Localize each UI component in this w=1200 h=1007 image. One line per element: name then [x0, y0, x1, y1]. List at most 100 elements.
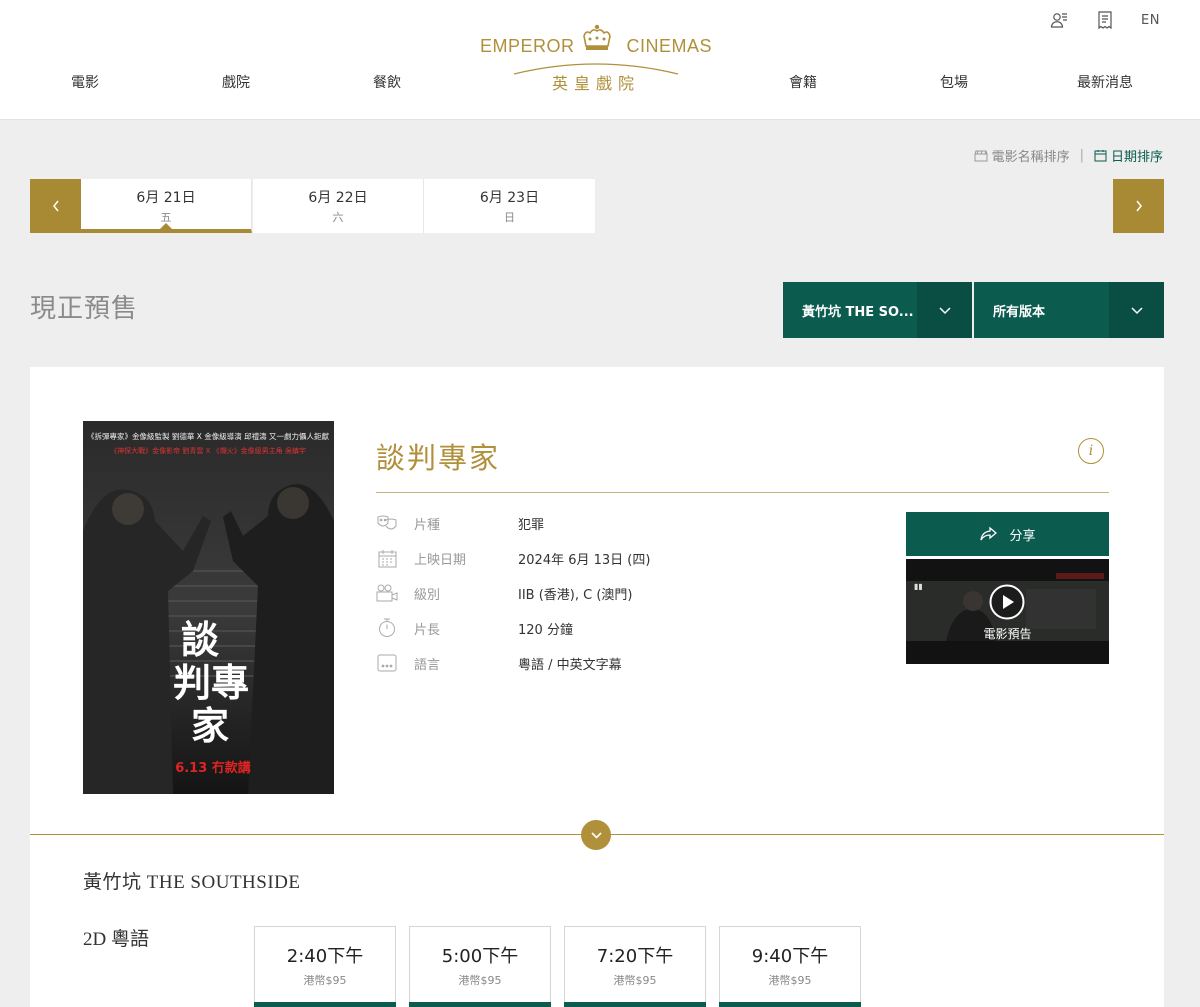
detail-row-release-date: 上映日期 2024年 6月 13日 (四): [376, 547, 650, 569]
poster-release-text: 6.13 冇款講: [175, 760, 251, 776]
chevron-right-icon: [1135, 200, 1142, 212]
nav-news[interactable]: 最新消息: [1077, 72, 1133, 92]
movie-card: 《拆彈專家》金像級監製 劉德華 X 金像級導演 邱禮濤 又一劇力懾人鉅獻 《神探…: [30, 367, 1164, 1007]
movie-poster[interactable]: 《拆彈專家》金像級監製 劉德華 X 金像級導演 邱禮濤 又一劇力懾人鉅獻 《神探…: [83, 421, 334, 794]
next-date-button[interactable]: [1113, 179, 1164, 233]
date-tab-date: 6月 23日: [479, 190, 540, 206]
language-icon: [376, 652, 398, 674]
date-tab-1[interactable]: 6月 22日 六: [253, 179, 424, 233]
version-filter-dropdown[interactable]: 所有版本: [974, 282, 1164, 338]
detail-row-duration: 片長 120 分鐘: [376, 617, 573, 639]
showtime-price: 港幣$95: [613, 974, 657, 987]
poster-title-char-4: 家: [191, 704, 229, 748]
detail-label: 語言: [414, 657, 441, 673]
clapperboard-icon: [974, 150, 988, 161]
logo-text-right: CINEMAS: [626, 36, 712, 56]
nav-cinemas[interactable]: 戲院: [222, 72, 250, 92]
showtime-button[interactable]: 2:40下午 港幣$95: [254, 926, 396, 1007]
showtime-button[interactable]: 5:00下午 港幣$95: [409, 926, 551, 1007]
poster-title-char-1: 談: [181, 618, 219, 662]
sort-separator: |: [1079, 148, 1084, 163]
calendar-small-icon: [1094, 150, 1107, 162]
showtime-price: 港幣$95: [303, 974, 347, 987]
chevron-down-icon: [917, 282, 972, 338]
trailer-label: 電影預告: [983, 627, 1032, 641]
detail-value: IIB (香港), C (澳門): [518, 587, 633, 603]
trailer-thumbnail[interactable]: ▮▮ 電影預告: [906, 559, 1109, 664]
showtime-status-bar: [409, 1002, 551, 1007]
calendar-icon: [376, 547, 398, 569]
poster-tagline-1: 《拆彈專家》金像級監製 劉德華 X 金像級導演 邱禮濤 又一劇力懾人鉅獻: [87, 431, 330, 441]
sort-by-name-label: 電影名稱排序: [991, 150, 1070, 165]
showtime-button[interactable]: 9:40下午 港幣$95: [719, 926, 861, 1007]
info-icon[interactable]: i: [1078, 438, 1104, 464]
crown-icon: [583, 24, 611, 50]
nav-private-booking[interactable]: 包場: [940, 72, 968, 92]
nav-dining[interactable]: 餐飲: [373, 72, 401, 92]
showtime-price: 港幣$95: [458, 974, 502, 987]
detail-row-language: 語言 粵語 / 中英文字幕: [376, 652, 622, 674]
poster-title-char-3: 專: [211, 661, 249, 705]
active-date-caret: [160, 223, 172, 229]
detail-label: 上映日期: [414, 552, 467, 568]
poster-tagline-2: 《神探大戰》金像影帝 劉青雲 X 《爛火》金像級男主角 吳鎮宇: [110, 446, 306, 455]
detail-value: 粵語 / 中英文字幕: [518, 657, 622, 673]
movie-title: 談判專家: [376, 441, 501, 475]
date-tab-2[interactable]: 6月 23日 日: [424, 179, 595, 233]
showtime-status-bar: [719, 1002, 861, 1007]
poster-title-char-2: 判: [173, 661, 211, 705]
detail-value: 2024年 6月 13日 (四): [518, 552, 651, 568]
sort-by-date-link[interactable]: 日期排序: [1094, 146, 1163, 165]
date-tab-weekday: 六: [332, 211, 344, 224]
version-filter-value: 所有版本: [993, 304, 1046, 320]
detail-label: 級別: [414, 587, 441, 603]
title-divider: [376, 492, 1109, 493]
sort-options: 電影名稱排序 | 日期排序: [974, 146, 1163, 165]
logo-text-left: EMPEROR: [480, 36, 575, 56]
showtime-button[interactable]: 7:20下午 港幣$95: [564, 926, 706, 1007]
showtime-time: 7:20下午: [596, 946, 674, 967]
date-tab-weekday: 日: [504, 211, 515, 224]
chevron-down-icon: [1109, 282, 1164, 338]
masks-icon: [376, 512, 398, 534]
stopwatch-icon: [376, 617, 398, 639]
logo-text-cn: 英皇戲院: [551, 74, 640, 93]
detail-label: 片種: [414, 517, 441, 533]
chevron-down-icon: [590, 831, 602, 839]
presale-heading: 現正預售: [30, 294, 139, 324]
cinema-filter-dropdown[interactable]: 黃竹坑 THE SO...: [783, 282, 972, 338]
share-icon: [980, 526, 998, 541]
nav-membership[interactable]: 會籍: [789, 72, 817, 92]
cinema-filter-value: 黃竹坑 THE SO...: [802, 304, 914, 320]
cinema-name: 黃竹坑 THE SOUTHSIDE: [83, 872, 301, 893]
language-switch[interactable]: EN: [1141, 13, 1160, 28]
sort-by-name-link[interactable]: 電影名稱排序: [974, 146, 1070, 165]
nav-movies[interactable]: 電影: [71, 72, 99, 92]
member-icon[interactable]: [1049, 10, 1069, 30]
date-tab-date: 6月 22日: [308, 190, 368, 206]
date-tab-0[interactable]: 6月 21日 五: [81, 179, 252, 233]
detail-value: 犯罪: [518, 517, 545, 533]
version-name: 2D 粵語: [83, 929, 149, 950]
showtime-status-bar: [254, 1002, 396, 1007]
showtime-time: 2:40下午: [286, 946, 364, 967]
prev-date-button[interactable]: [30, 179, 81, 233]
detail-row-genre: 片種 犯罪: [376, 512, 544, 534]
showtime-time: 5:00下午: [441, 946, 519, 967]
detail-label: 片長: [414, 622, 441, 638]
sort-by-date-label: 日期排序: [1110, 150, 1163, 165]
showtime-status-bar: [564, 1002, 706, 1007]
detail-value: 120 分鐘: [518, 622, 573, 638]
date-tab-date: 6月 21日: [136, 190, 196, 206]
emperor-cinemas-logo[interactable]: EMPEROR CINEMAS 英皇戲院: [480, 24, 712, 94]
showtime-price: 港幣$95: [768, 974, 812, 987]
svg-text:▮▮: ▮▮: [914, 582, 923, 591]
rating-icon: [376, 582, 398, 604]
expand-toggle-button[interactable]: [581, 820, 611, 850]
showtime-time: 9:40下午: [751, 946, 829, 967]
share-label: 分享: [1009, 528, 1036, 544]
play-icon: [989, 584, 1025, 620]
receipt-icon[interactable]: [1095, 10, 1115, 30]
share-button[interactable]: 分享: [906, 512, 1109, 556]
site-header: EN EMPEROR CINEMAS 英皇戲院 電影 戲院 餐飲 會籍 包場 最…: [0, 0, 1200, 120]
